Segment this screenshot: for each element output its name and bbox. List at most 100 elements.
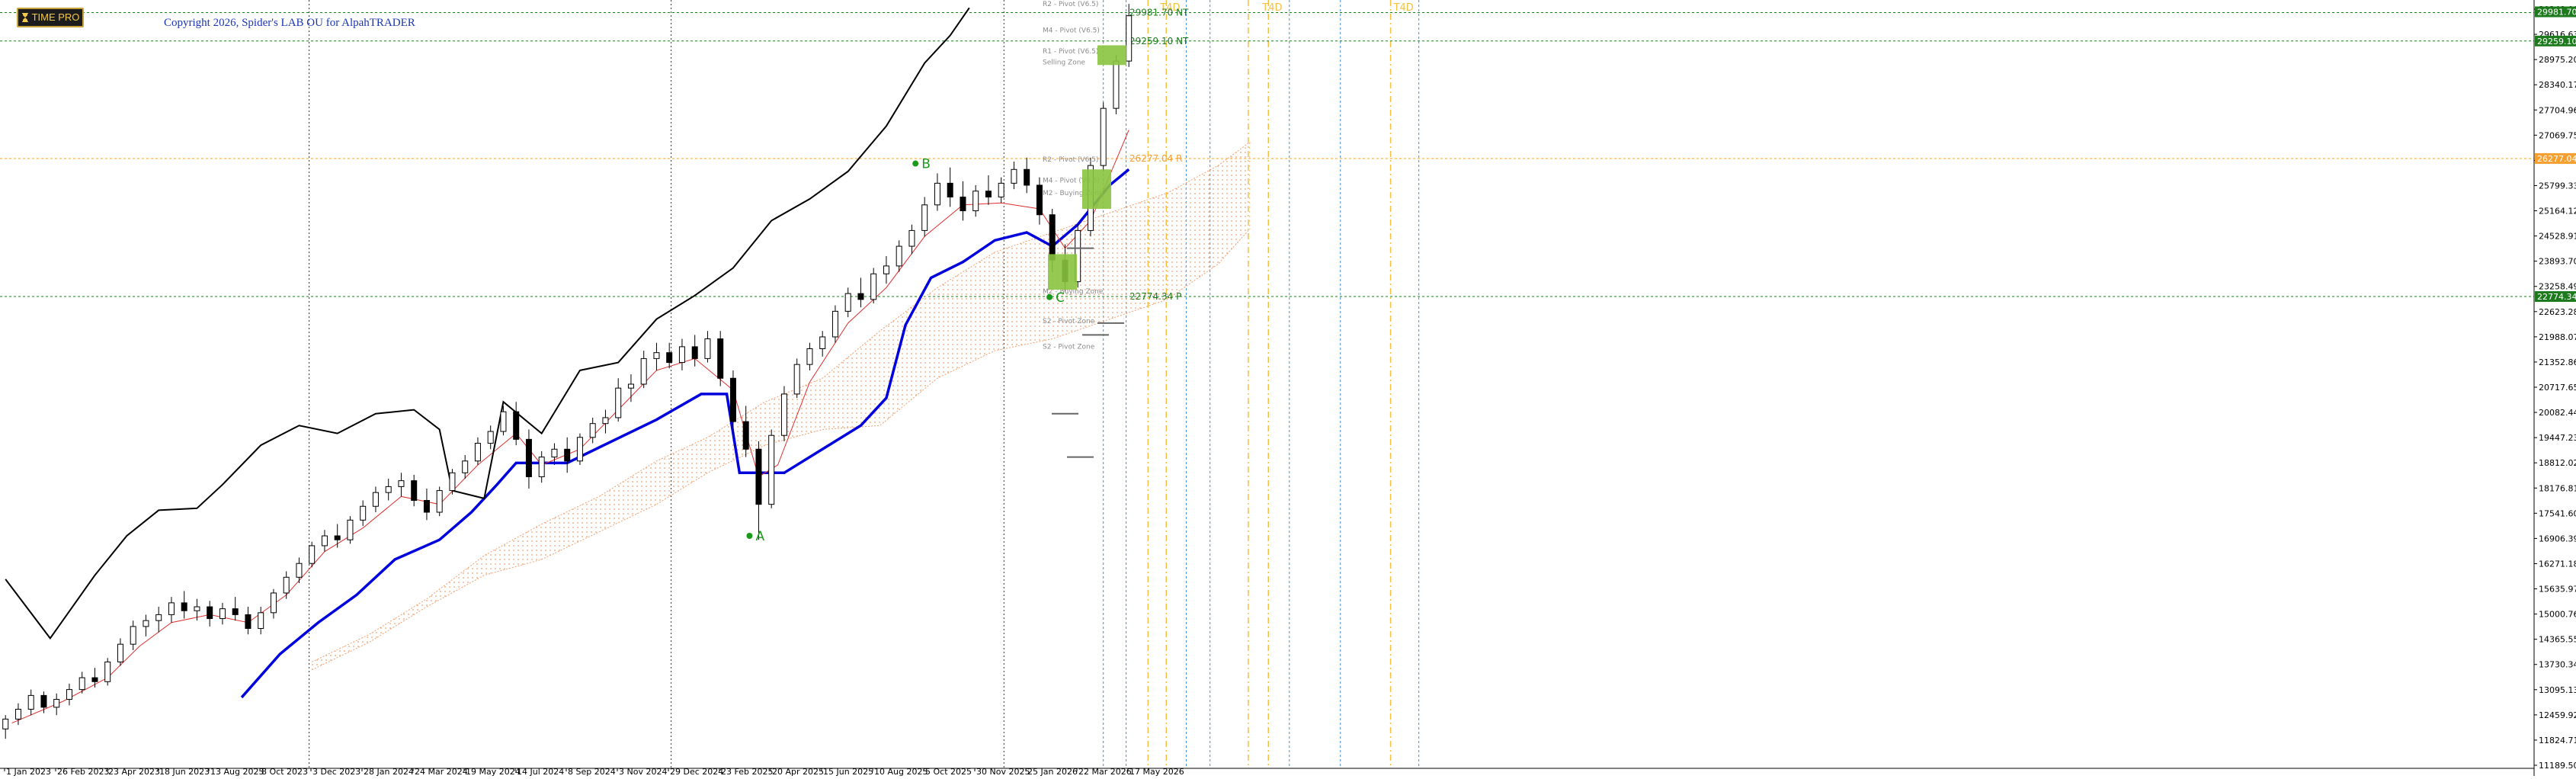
x-tick-label: 5 Oct 2025 [925,767,972,776]
candle-up [704,338,711,359]
pivot-label: R2 - Pivot (V6.5) [1043,156,1098,164]
x-tick-label: 29 Dec 2024 [670,767,723,776]
x-tick-label: 25 Jan 2026 [1027,767,1078,776]
price-tag-label: 29981.70 [2537,8,2576,18]
candle-up [372,492,379,507]
candle-up [78,677,85,691]
x-tick-label: 30 Nov 2025 [976,767,1030,776]
pivot-label: Selling Zone [1043,59,1085,66]
candlestick-chart[interactable]: T4D T4D T4D 29981.70 NT29259.10 NT26277.04… [0,0,2576,777]
candle-up [602,417,609,425]
candle-down [666,352,673,364]
pivot-label: S2 - Pivot Zone [1043,318,1095,325]
candle-down [513,411,520,440]
price-tag-label: 29259.10 [2537,37,2576,46]
y-tick-label: 21988.07 [2539,332,2576,342]
candle-up [321,535,328,547]
y-tick-label: 16271.18 [2539,559,2576,569]
x-tick-label: 8 Sep 2024 [568,767,616,776]
x-tick-label: 22 Mar 2026 [1078,767,1132,776]
candle-up [538,457,545,477]
candle-up [14,708,21,720]
candle-up [870,273,877,300]
candle-down [564,448,571,462]
x-tick-label: 28 Jan 2024 [364,767,414,776]
x-tick-label: 19 May 2024 [466,767,521,776]
candle-up [27,694,34,710]
candle-up [296,563,303,578]
candle-down [717,338,724,379]
time-marker-label: T4D [1393,2,1414,14]
x-tick-label: 23 Feb 2025 [721,767,773,776]
candle-up [66,689,72,700]
candle-up [2,718,9,729]
candle-up [844,293,851,312]
candle-up [1011,168,1017,184]
price-tag-label: 26277.04 [2537,154,2576,164]
y-tick-label: 20717.65 [2539,383,2576,393]
level-label: 26277.04 R [1129,153,1182,164]
candle-down [1024,168,1030,186]
x-tick-label: 3 Dec 2023 [312,767,360,776]
chart-area[interactable]: T4D T4D T4D 29981.70 NT 29259.10 NT 26277.04… [0,0,2576,777]
pivot-label: M4 - Pivot (V6.5) [1043,27,1100,34]
time-pro-button[interactable]: TIME PRO [17,8,84,27]
y-tick-label: 25799.33 [2539,181,2576,191]
candle-up [462,460,469,473]
candle-up [831,310,838,338]
y-tick-label: 23258.49 [2539,282,2576,292]
x-tick-label: 26 Feb 2023 [57,767,109,776]
level-label: 29259.10 NT [1129,36,1189,46]
candle-down [742,421,749,450]
candle-up [360,505,367,521]
candle-up [819,336,826,349]
x-tick-label: 20 Apr 2025 [772,767,824,776]
x-tick-label: 18 Jun 2023 [159,767,210,776]
candle-down [947,182,953,197]
candle-up [309,545,316,564]
point-label: C [1056,290,1065,306]
candle-up [258,612,264,629]
candle-down [985,191,992,197]
candle-up [576,437,583,462]
x-tick-label: 17 May 2026 [1129,767,1184,776]
pivot-label: R2 - Pivot (V6.5) [1043,1,1098,8]
y-tick-label: 23893.70 [2539,257,2576,267]
candle-up [883,265,889,274]
y-tick-label: 28340.17 [2539,80,2576,90]
candle-up [653,352,660,359]
y-tick-label: 22623.28 [2539,307,2576,317]
candle-up [474,443,481,462]
y-tick-label: 27069.75 [2539,130,2576,140]
candle-up [155,614,162,621]
point-marker [746,533,753,540]
y-tick-label: 13730.34 [2539,660,2576,670]
candle-up [500,411,507,432]
candle-down [232,608,239,615]
candle-up [283,576,290,594]
y-tick-label: 19447.23 [2539,433,2576,443]
trade-zone [1082,169,1111,209]
y-tick-label: 24528.91 [2539,232,2576,242]
candle-down [423,499,430,513]
candle-up [972,191,979,212]
x-tick-label: 13 Aug 2023 [210,767,264,776]
x-tick-label: 3 Nov 2024 [619,767,667,776]
candle-down [411,480,418,501]
y-tick-label: 20082.44 [2539,408,2576,418]
y-tick-label: 13095.13 [2539,685,2576,695]
candle-up [615,387,622,418]
trade-zone [1097,45,1126,66]
y-tick-label: 27704.96 [2539,105,2576,115]
y-tick-label: 21352.86 [2539,357,2576,367]
y-tick-label: 28975.20 [2539,55,2576,65]
y-tick-label: 14365.55 [2539,635,2576,645]
candle-up [347,519,354,540]
candle-down [960,196,966,212]
candle-down [207,606,213,620]
y-tick-label: 25164.12 [2539,207,2576,216]
pivot-label: R1 - Pivot (V6.5) [1043,48,1098,56]
candle-up [1100,107,1107,166]
candle-up [780,393,787,436]
candle-up [117,643,123,662]
